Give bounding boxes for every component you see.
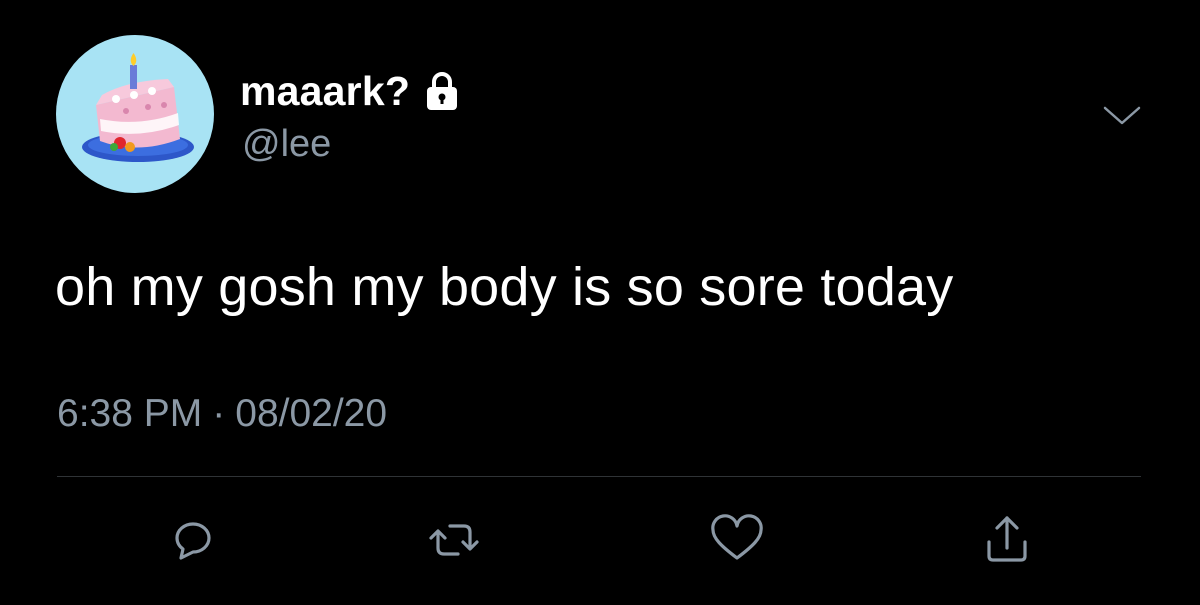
user-handle[interactable]: @lee	[242, 121, 331, 167]
divider	[57, 476, 1141, 477]
share-icon	[987, 516, 1027, 562]
retweet-icon	[429, 524, 479, 556]
heart-icon	[711, 514, 763, 560]
tweet-time: 6:38 PM	[57, 392, 203, 435]
avatar[interactable]	[56, 35, 214, 193]
tweet-date: 08/02/20	[235, 392, 388, 435]
like-button[interactable]	[707, 510, 767, 570]
tweet-text: oh my gosh my body is so sore today	[55, 257, 954, 317]
display-name[interactable]: maaark?	[240, 66, 410, 116]
user-name-row: maaark?	[240, 66, 460, 116]
reply-icon	[175, 522, 211, 560]
birthday-cake-avatar-icon	[82, 53, 194, 162]
tweet-timestamp[interactable]: 6:38 PM · 08/02/20	[57, 390, 387, 438]
retweet-button[interactable]	[424, 510, 484, 570]
tweet-card: maaark? @lee oh my gosh my body is so so…	[0, 0, 1200, 605]
meta-separator: ·	[212, 392, 226, 435]
chevron-down-icon[interactable]	[1099, 98, 1145, 134]
share-button[interactable]	[977, 510, 1037, 570]
lock-icon	[424, 70, 460, 112]
reply-button[interactable]	[163, 510, 223, 570]
